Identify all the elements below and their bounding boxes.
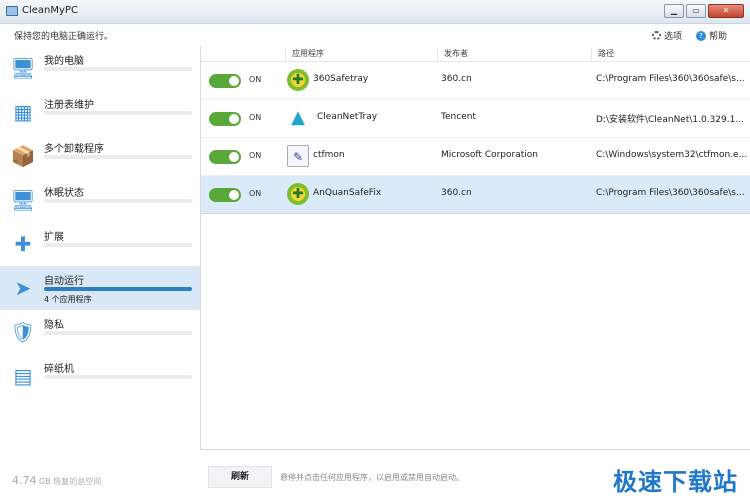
toggle-state: ON	[249, 75, 262, 84]
gear-icon	[652, 31, 661, 40]
footer-bar: 刷新 悬停并点击任何应用程序，以启用或禁用自动启动。 极速下载站	[200, 460, 750, 500]
app-path: D:\安装软件\CleanNet\1.0.329.1...	[596, 115, 744, 125]
title-bar: CleanMyPC ▁ ▭ ✕	[0, 0, 750, 24]
autorun-panel: 应用程序 发布者 路径 ON ✚ 360Safetray 360.cn C:\P…	[200, 46, 750, 450]
hibernation-icon: 🖥	[10, 188, 36, 212]
table-header: 应用程序 发布者 路径	[201, 46, 750, 62]
sidebar-item-progress	[44, 67, 192, 71]
app-publisher: 360.cn	[441, 188, 472, 198]
table-body: ON ✚ 360Safetray 360.cn C:\Program Files…	[201, 62, 750, 450]
options-button[interactable]: 选项	[652, 29, 682, 42]
help-label: 帮助	[709, 32, 728, 42]
registry-icon: ▦	[13, 100, 33, 124]
options-label: 选项	[664, 32, 683, 42]
sidebar-item-progress	[44, 155, 192, 159]
autorun-toggle[interactable]	[209, 74, 241, 88]
footer-hint: 悬停并点击任何应用程序，以启用或禁用自动启动。	[280, 473, 464, 482]
watermark: 极速下载站	[613, 468, 738, 496]
sidebar-item-shredder[interactable]: ▤ 碎纸机	[0, 354, 200, 398]
sidebar-item-progress	[44, 331, 192, 335]
app-name: AnQuanSafeFix	[313, 188, 382, 198]
header-bar: 保持您的电脑正确运行。 选项 ? 帮助	[0, 24, 750, 46]
app-icon	[6, 6, 18, 16]
uninstaller-icon: 📦	[10, 144, 36, 168]
help-button[interactable]: ? 帮助	[696, 29, 727, 42]
monitor-icon: 🖥	[10, 56, 36, 80]
autorun-toggle[interactable]	[209, 188, 241, 202]
sidebar-item-progress	[44, 111, 192, 115]
table-row[interactable]: ON ✚ 360Safetray 360.cn C:\Program Files…	[201, 62, 750, 100]
sidebar-item-hibernation[interactable]: 🖥 休眠状态	[0, 178, 200, 222]
help-icon: ?	[696, 30, 706, 41]
autorun-toggle[interactable]	[209, 150, 241, 164]
sidebar-item-count: 4 个应用程序	[44, 295, 92, 304]
table-row[interactable]: ON ▲ CleanNetTray Tencent D:\安装软件\CleanN…	[201, 100, 750, 138]
window-title: CleanMyPC	[22, 5, 78, 16]
app-name: ctfmon	[313, 150, 345, 160]
toggle-state: ON	[249, 189, 262, 198]
sidebar-item-autorun[interactable]: ➤ 自动运行 4 个应用程序	[0, 266, 200, 310]
sidebar-item-label: 碎纸机	[44, 364, 74, 375]
privacy-icon: 🛡	[10, 320, 36, 344]
app-publisher: 360.cn	[441, 74, 472, 84]
page-subtitle: 保持您的电脑正确运行。	[14, 32, 114, 42]
app-publisher: Microsoft Corporation	[441, 150, 538, 160]
refresh-button[interactable]: 刷新	[208, 466, 272, 488]
360-safe-icon: ✚	[287, 69, 309, 91]
panel-bottom-border	[201, 449, 750, 450]
column-header-path[interactable]: 路径	[591, 48, 614, 62]
sidebar-item-label: 自动运行	[44, 276, 84, 287]
sidebar-item-progress	[44, 375, 192, 379]
sidebar-item-label: 多个卸载程序	[44, 144, 104, 155]
sidebar-item-progress	[44, 199, 192, 203]
maximize-button[interactable]: ▭	[686, 4, 706, 18]
sidebar-item-privacy[interactable]: 🛡 隐私	[0, 310, 200, 354]
toggle-state: ON	[249, 151, 262, 160]
sidebar-item-label: 我的电脑	[44, 56, 84, 67]
sidebar-item-label: 扩展	[44, 232, 64, 243]
app-path: C:\Program Files\360\360safe\s...	[596, 74, 745, 84]
sidebar-item-progress	[44, 243, 192, 247]
sidebar-item-uninstaller[interactable]: 📦 多个卸载程序	[0, 134, 200, 178]
column-header-publisher[interactable]: 发布者	[437, 48, 468, 62]
table-row[interactable]: ON ✚ AnQuanSafeFix 360.cn C:\Program Fil…	[201, 176, 750, 214]
sidebar-item-my-pc[interactable]: 🖥 我的电脑	[0, 46, 200, 90]
paper-plane-icon: ➤	[14, 276, 32, 300]
sidebar-item-registry[interactable]: ▦ 注册表维护	[0, 90, 200, 134]
ctfmon-icon: ✎	[287, 145, 309, 167]
space-label: GB 恢复的总空间	[39, 477, 102, 486]
window-controls: ▁ ▭ ✕	[664, 4, 744, 18]
total-space-recovered: 4.74 GB 恢复的总空间	[12, 474, 101, 487]
app-name: 360Safetray	[313, 74, 369, 84]
sidebar-item-extensions[interactable]: ✚ 扩展	[0, 222, 200, 266]
close-button[interactable]: ✕	[708, 4, 744, 18]
toggle-state: ON	[249, 113, 262, 122]
app-path: C:\Program Files\360\360safe\s...	[596, 188, 745, 198]
sidebar-item-label: 注册表维护	[44, 100, 94, 111]
sidebar-item-label: 隐私	[44, 320, 64, 331]
puzzle-icon: ✚	[14, 232, 32, 256]
cleannet-icon: ▲	[291, 107, 305, 128]
minimize-button[interactable]: ▁	[664, 4, 684, 18]
app-path: C:\Windows\system32\ctfmon.e...	[596, 150, 748, 160]
column-header-application[interactable]: 应用程序	[285, 48, 324, 62]
sidebar: 🖥 我的电脑 ▦ 注册表维护 📦 多个卸载程序 🖥 休眠状态 ✚ 扩展 ➤ 自动…	[0, 46, 200, 500]
table-row[interactable]: ON ✎ ctfmon Microsoft Corporation C:\Win…	[201, 138, 750, 176]
autorun-toggle[interactable]	[209, 112, 241, 126]
space-amount: 4.74	[12, 474, 37, 487]
app-name: CleanNetTray	[317, 112, 378, 122]
sidebar-item-progress	[44, 287, 192, 291]
app-publisher: Tencent	[441, 112, 476, 122]
shredder-icon: ▤	[13, 364, 33, 388]
360-safe-icon: ✚	[287, 183, 309, 205]
sidebar-item-label: 休眠状态	[44, 188, 84, 199]
